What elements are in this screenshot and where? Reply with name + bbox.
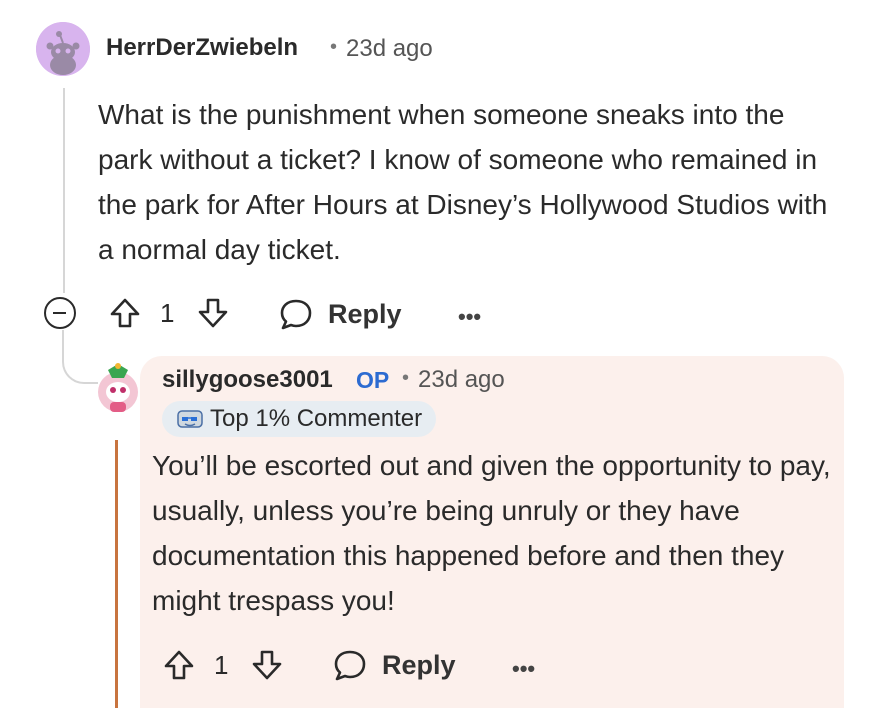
reply-body: You’ll be escorted out and given the opp… <box>152 450 831 616</box>
reply-author[interactable]: sillygoose3001 <box>162 366 333 394</box>
downvote-button[interactable] <box>196 296 230 330</box>
reply-label: Reply <box>382 649 456 680</box>
separator-dot: • <box>402 367 410 389</box>
more-options-button[interactable]: ••• <box>458 304 481 330</box>
commenter-badge[interactable]: Top 1% Commenter <box>162 401 437 437</box>
more-options-button[interactable]: ••• <box>512 656 535 682</box>
vote-count: 1 <box>160 298 175 328</box>
comment-timestamp: 23d ago <box>346 35 433 62</box>
thread-connector <box>62 330 98 384</box>
comment-author[interactable]: HerrDerZwiebeln <box>106 34 298 62</box>
avatar[interactable] <box>36 22 90 76</box>
downvote-arrow-icon <box>252 650 282 680</box>
commenter-badge-icon <box>177 410 203 428</box>
badge-label: Top 1% Commenter <box>210 405 423 432</box>
speech-bubble-icon <box>280 299 312 330</box>
vote-count: 1 <box>214 650 229 680</box>
reply-button[interactable]: Reply <box>332 647 456 683</box>
upvote-arrow-icon <box>110 298 140 328</box>
upvote-button[interactable] <box>108 296 142 330</box>
snoo-avatar-icon <box>98 363 138 412</box>
collapse-thread-button[interactable] <box>44 297 76 329</box>
separator-dot: • <box>330 36 338 58</box>
reply-button[interactable]: Reply <box>278 296 402 332</box>
reply-avatar[interactable] <box>94 362 142 414</box>
reddit-snoo-avatar-icon <box>36 22 90 76</box>
comment-body: What is the punishment when someone snea… <box>98 99 828 265</box>
upvote-button[interactable] <box>162 648 196 682</box>
upvote-arrow-icon <box>164 650 194 680</box>
thread-line[interactable] <box>115 440 118 708</box>
reply-timestamp: 23d ago <box>418 366 505 393</box>
op-badge: OP <box>356 367 390 393</box>
thread-line[interactable] <box>63 88 65 293</box>
speech-bubble-icon <box>334 650 366 681</box>
downvote-arrow-icon <box>198 298 228 328</box>
downvote-button[interactable] <box>250 648 284 682</box>
reply-label: Reply <box>328 298 402 329</box>
